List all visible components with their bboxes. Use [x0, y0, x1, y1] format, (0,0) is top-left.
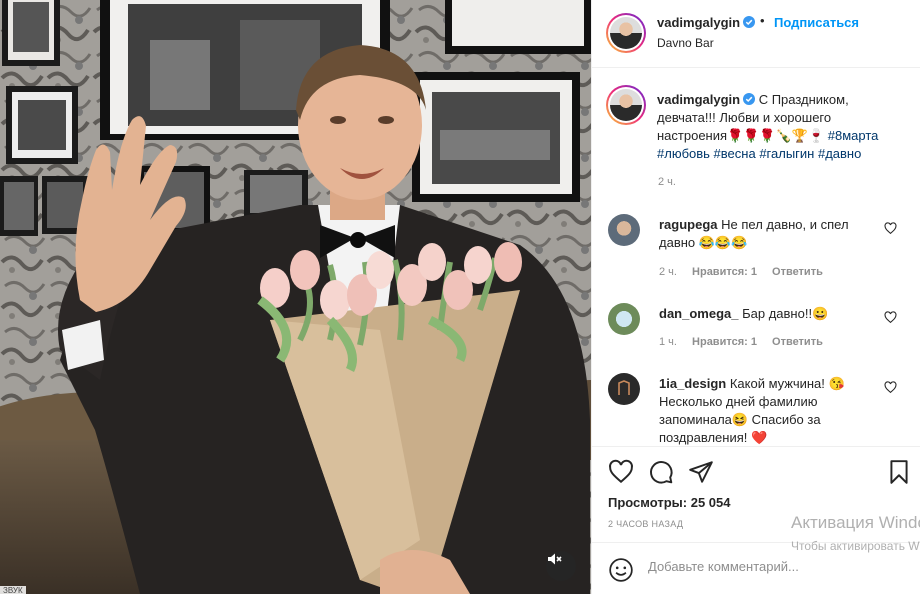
comment-meta: 1 ч. Нравится: 1 Ответить [659, 336, 835, 348]
separator-dot: • [760, 13, 765, 28]
comment-like-heart-icon[interactable] [884, 381, 897, 394]
reply-button[interactable]: Ответить [772, 336, 823, 348]
caption-text: vadimgalygin С Праздником, девчата!!! Лю… [657, 91, 892, 163]
comment-like-heart-icon[interactable] [884, 222, 897, 235]
video-frame [0, 0, 591, 594]
commenter-avatar[interactable] [608, 303, 640, 335]
verified-badge-icon [743, 93, 756, 105]
commenter-avatar[interactable] [608, 373, 640, 405]
post-video[interactable]: ЗВУК [0, 0, 591, 594]
post-header: vadimgalygin • Подписаться Davno Bar [592, 0, 920, 68]
hashtag-link[interactable]: #8марта [828, 128, 879, 143]
comment-text: 1ia_design Какой мужчина! 😘 Несколько дн… [659, 375, 881, 445]
post-side-panel: vadimgalygin • Подписаться Davno Bar vad… [591, 0, 920, 594]
comments-list[interactable]: vadimgalygin С Праздником, девчата!!! Лю… [592, 69, 920, 445]
views-value: 25 054 [690, 495, 731, 510]
instagram-post-modal: ЗВУК vadimgalygin • Подписаться Davno Ba… [0, 0, 920, 594]
heart-icon[interactable] [608, 459, 634, 485]
comment-time[interactable]: 1 ч. [659, 336, 677, 348]
hashtag-link[interactable]: #весна [714, 146, 756, 161]
reply-button[interactable]: Ответить [772, 266, 823, 278]
author-avatar[interactable] [606, 13, 646, 53]
comment-time[interactable]: 2 ч. [659, 266, 677, 278]
comment-item: ragupega Не пел давно, и спел давно 😂😂😂 … [608, 214, 913, 284]
comment-likes[interactable]: Нравится: 1 [692, 266, 757, 278]
views-label: Просмотры: [608, 495, 688, 510]
comment-item: dan_omega_ Бар давно!!😀 1 ч. Нравится: 1… [608, 303, 913, 353]
comment-meta: 2 ч. Нравится: 1 Ответить [659, 266, 835, 278]
comment-input[interactable] [648, 559, 838, 574]
commenter-username[interactable]: dan_omega_ [659, 306, 738, 321]
post-timestamp[interactable]: 2 ЧАСОВ НАЗАД [608, 519, 683, 529]
hashtag-link[interactable]: #давно [818, 146, 861, 161]
caption-author-avatar[interactable] [606, 85, 646, 125]
design-logo-icon [618, 380, 630, 395]
speaker-muted-icon [548, 553, 562, 565]
mute-toggle-button[interactable] [546, 551, 576, 581]
caption-timestamp[interactable]: 2 ч. [658, 176, 676, 188]
author-username[interactable]: vadimgalygin [657, 15, 740, 30]
caption-username[interactable]: vadimgalygin [657, 92, 740, 107]
hashtag-link[interactable]: #галыгин [759, 146, 814, 161]
video-caption: ЗВУК [0, 586, 26, 594]
comment-likes[interactable]: Нравится: 1 [692, 336, 757, 348]
verified-badge-icon [743, 16, 756, 28]
paper-plane-icon[interactable] [688, 459, 714, 485]
comment-icon[interactable] [648, 459, 674, 485]
comment-text: dan_omega_ Бар давно!!😀 [659, 305, 881, 323]
view-count[interactable]: Просмотры: 25 054 [608, 495, 730, 510]
action-bar: Просмотры: 25 054 2 ЧАСОВ НАЗАД [592, 446, 920, 542]
comment-item: 1ia_design Какой мужчина! 😘 Несколько дн… [608, 373, 913, 445]
comment-like-heart-icon[interactable] [884, 311, 897, 324]
bookmark-icon[interactable] [886, 459, 912, 485]
follow-button[interactable]: Подписаться [774, 15, 859, 30]
post-location[interactable]: Davno Bar [657, 36, 714, 50]
add-comment-bar [592, 542, 920, 594]
comment-body: Бар давно!!😀 [742, 306, 829, 321]
comment-text: ragupega Не пел давно, и спел давно 😂😂😂 [659, 216, 881, 252]
smiley-icon[interactable] [608, 557, 634, 583]
commenter-avatar[interactable] [608, 214, 640, 246]
commenter-username[interactable]: ragupega [659, 217, 718, 232]
hashtag-link[interactable]: #любовь [657, 146, 710, 161]
commenter-username[interactable]: 1ia_design [659, 376, 726, 391]
